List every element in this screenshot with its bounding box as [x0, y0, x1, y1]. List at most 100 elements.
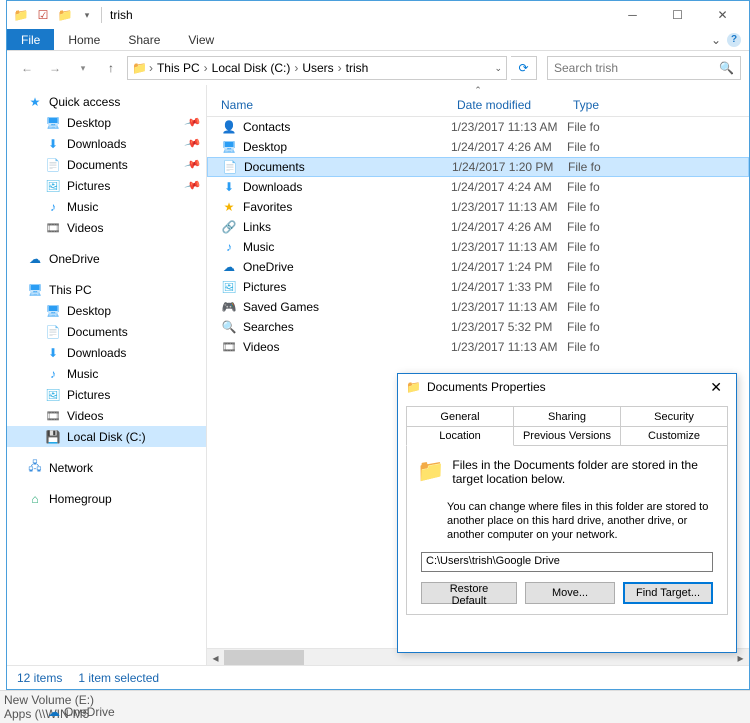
file-row[interactable]: ♪Music1/23/2017 11:13 AMFile fo [207, 237, 749, 257]
sidebar-network[interactable]: 🖧Network [7, 457, 206, 478]
tab-location[interactable]: Location [406, 426, 514, 446]
forward-button[interactable]: → [43, 56, 67, 80]
view-tab[interactable]: View [174, 29, 228, 50]
breadcrumb-trish[interactable]: trish [344, 61, 371, 75]
quick-access[interactable]: ★Quick access [7, 91, 206, 112]
sidebar-pc-music[interactable]: ♪Music [7, 363, 206, 384]
file-row[interactable]: 🎮Saved Games1/23/2017 11:13 AMFile fo [207, 297, 749, 317]
search-box[interactable]: Search trish 🔍 [547, 56, 741, 80]
back-button[interactable]: ← [15, 56, 39, 80]
file-row[interactable]: 🎞Videos1/23/2017 11:13 AMFile fo [207, 337, 749, 357]
sidebar-thispc[interactable]: 🖥This PC [7, 279, 206, 300]
move-button[interactable]: Move... [525, 582, 615, 604]
pin-icon: 📌 [184, 155, 202, 173]
recent-dropdown-icon[interactable]: ▾ [71, 56, 95, 80]
contacts-icon: 👤 [221, 119, 237, 135]
minimize-button[interactable]: ─ [610, 1, 655, 29]
selection-count: 1 item selected [78, 671, 159, 685]
search-icon[interactable]: 🔍 [719, 61, 734, 75]
file-row[interactable]: ★Favorites1/23/2017 11:13 AMFile fo [207, 197, 749, 217]
ribbon-expand-icon[interactable]: ⌄ [711, 33, 721, 47]
qat-newfolder-icon[interactable]: 📁 [55, 5, 75, 25]
chevron-right-icon[interactable]: › [149, 61, 153, 75]
file-date: 1/23/2017 5:32 PM [451, 320, 567, 334]
home-tab[interactable]: Home [54, 29, 114, 50]
breadcrumb-thispc[interactable]: This PC [155, 61, 202, 75]
sort-indicator-icon: ⌃ [207, 85, 749, 93]
tab-sharing[interactable]: Sharing [514, 406, 621, 426]
file-name: Videos [243, 340, 279, 354]
sidebar-pictures[interactable]: 🖼Pictures📌 [7, 175, 206, 196]
tab-security[interactable]: Security [621, 406, 728, 426]
close-button[interactable]: ✕ [700, 1, 745, 29]
app-icon: 📁 [11, 5, 31, 25]
file-row[interactable]: 🖥Desktop1/24/2017 4:26 AMFile fo [207, 137, 749, 157]
file-type: File fo [567, 200, 749, 214]
tab-general[interactable]: General [406, 406, 514, 426]
pictures-icon: 🖼 [45, 387, 61, 403]
restore-default-button[interactable]: Restore Default [421, 582, 517, 604]
tab-customize[interactable]: Customize [621, 426, 728, 446]
column-headers: Name Date modified Type [207, 93, 749, 117]
share-tab[interactable]: Share [114, 29, 174, 50]
file-date: 1/23/2017 11:13 AM [451, 340, 567, 354]
breadcrumb-users[interactable]: Users [300, 61, 335, 75]
column-type[interactable]: Type [567, 93, 749, 116]
file-row[interactable]: 👤Contacts1/23/2017 11:13 AMFile fo [207, 117, 749, 137]
find-target-button[interactable]: Find Target... [623, 582, 713, 604]
sidebar-downloads[interactable]: ⬇Downloads📌 [7, 133, 206, 154]
dialog-close-button[interactable]: ✕ [704, 377, 728, 398]
sidebar-pc-pictures[interactable]: 🖼Pictures [7, 384, 206, 405]
file-row[interactable]: 🔍Searches1/23/2017 5:32 PMFile fo [207, 317, 749, 337]
pc-icon: 🖥 [27, 282, 43, 298]
navigation-bar: ← → ▾ ↑ 📁 › This PC › Local Disk (C:) › … [7, 51, 749, 85]
qat-properties-icon[interactable]: ☑ [33, 5, 53, 25]
file-name: Favorites [243, 200, 292, 214]
file-date: 1/24/2017 4:26 AM [451, 220, 567, 234]
help-icon[interactable]: ? [727, 33, 741, 47]
sidebar-documents[interactable]: 📄Documents📌 [7, 154, 206, 175]
chevron-right-icon[interactable]: › [294, 61, 298, 75]
file-type: File fo [568, 160, 748, 174]
tab-previous-versions[interactable]: Previous Versions [514, 426, 621, 446]
file-date: 1/23/2017 11:13 AM [451, 120, 567, 134]
maximize-button[interactable]: ☐ [655, 1, 700, 29]
scroll-left-icon[interactable]: ◂ [207, 649, 224, 665]
sidebar-pc-videos[interactable]: 🎞Videos [7, 405, 206, 426]
address-bar[interactable]: 📁 › This PC › Local Disk (C:) › Users › … [127, 56, 507, 80]
chevron-right-icon[interactable]: › [338, 61, 342, 75]
column-name[interactable]: Name [207, 93, 451, 116]
refresh-button[interactable]: ⟳ [511, 56, 537, 80]
sidebar-homegroup[interactable]: ⌂Homegroup [7, 488, 206, 509]
file-row[interactable]: 🔗Links1/24/2017 4:26 AMFile fo [207, 217, 749, 237]
address-dropdown-icon[interactable]: ⌄ [494, 63, 502, 74]
file-date: 1/23/2017 11:13 AM [451, 240, 567, 254]
chevron-right-icon[interactable]: › [204, 61, 208, 75]
file-row[interactable]: 📄Documents1/24/2017 1:20 PMFile fo [207, 157, 749, 177]
breadcrumb-drive[interactable]: Local Disk (C:) [210, 61, 293, 75]
sidebar-local-disk[interactable]: 💾Local Disk (C:) [7, 426, 206, 447]
location-path-input[interactable]: C:\Users\trish\Google Drive [421, 552, 713, 572]
file-tab[interactable]: File [7, 29, 54, 50]
file-type: File fo [567, 320, 749, 334]
file-name: Contacts [243, 120, 290, 134]
sidebar-videos[interactable]: 🎞Videos [7, 217, 206, 238]
sidebar-desktop[interactable]: 🖥Desktop📌 [7, 112, 206, 133]
sidebar-onedrive[interactable]: ☁OneDrive [7, 248, 206, 269]
scroll-thumb[interactable] [224, 650, 304, 665]
sidebar-pc-desktop[interactable]: 🖥Desktop [7, 300, 206, 321]
qat-dropdown-icon[interactable]: ▾ [77, 5, 97, 25]
sidebar-pc-documents[interactable]: 📄Documents [7, 321, 206, 342]
downloads-icon: ⬇ [221, 179, 237, 195]
sidebar-music[interactable]: ♪Music [7, 196, 206, 217]
file-date: 1/23/2017 11:13 AM [451, 200, 567, 214]
file-row[interactable]: 🖼Pictures1/24/2017 1:33 PMFile fo [207, 277, 749, 297]
tab-pane-location: 📁 Files in the Documents folder are stor… [406, 446, 728, 615]
file-row[interactable]: ☁OneDrive1/24/2017 1:24 PMFile fo [207, 257, 749, 277]
up-button[interactable]: ↑ [99, 56, 123, 80]
file-row[interactable]: ⬇Downloads1/24/2017 4:24 AMFile fo [207, 177, 749, 197]
ribbon: File Home Share View ⌄ ? [7, 29, 749, 51]
column-date[interactable]: Date modified [451, 93, 567, 116]
sidebar-pc-downloads[interactable]: ⬇Downloads [7, 342, 206, 363]
savedgames-icon: 🎮 [221, 299, 237, 315]
